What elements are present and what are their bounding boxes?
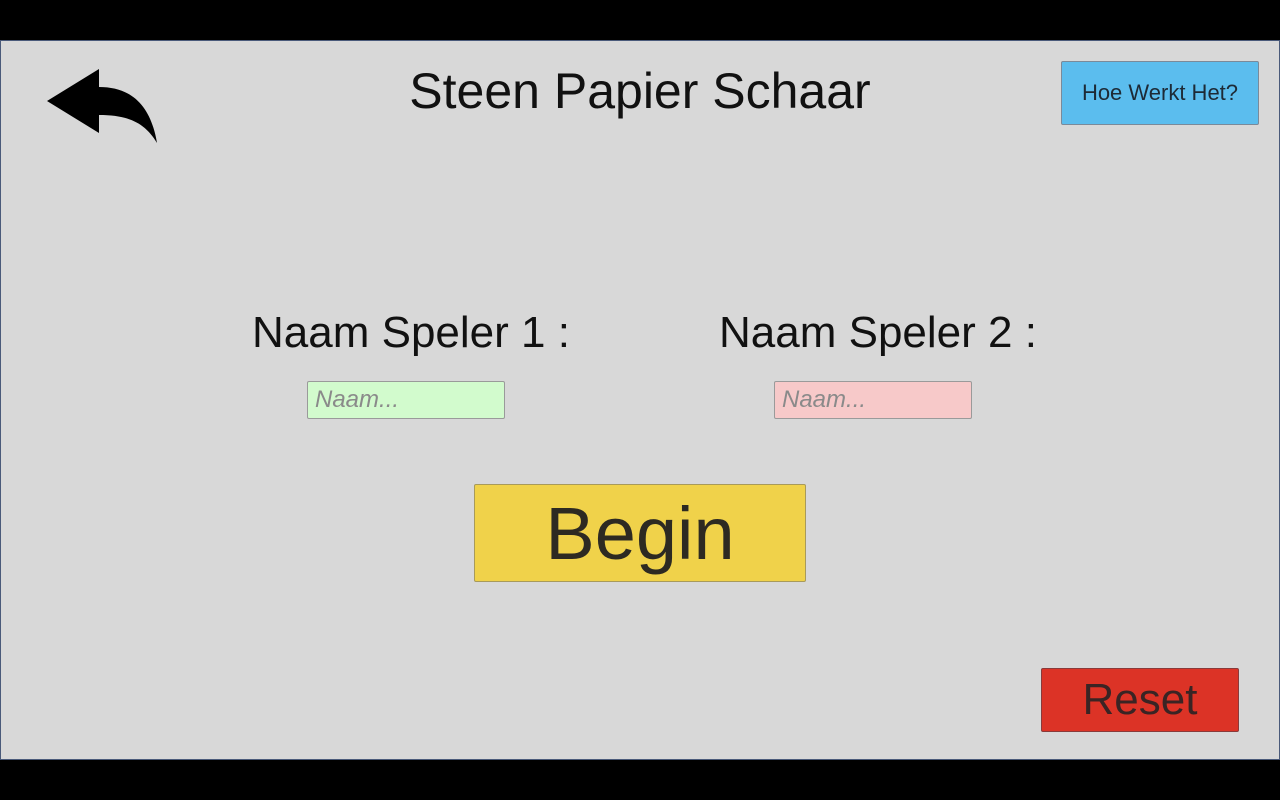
player2-name-input[interactable]: [774, 381, 972, 419]
game-screen: Steen Papier Schaar Hoe Werkt Het? Naam …: [0, 40, 1280, 760]
how-it-works-button[interactable]: Hoe Werkt Het?: [1061, 61, 1259, 125]
begin-button[interactable]: Begin: [474, 484, 806, 582]
player1-name-input[interactable]: [307, 381, 505, 419]
player2-name-label: Naam Speler 2 :: [719, 308, 1037, 357]
reset-button[interactable]: Reset: [1041, 668, 1239, 732]
player1-name-label: Naam Speler 1 :: [252, 308, 570, 357]
